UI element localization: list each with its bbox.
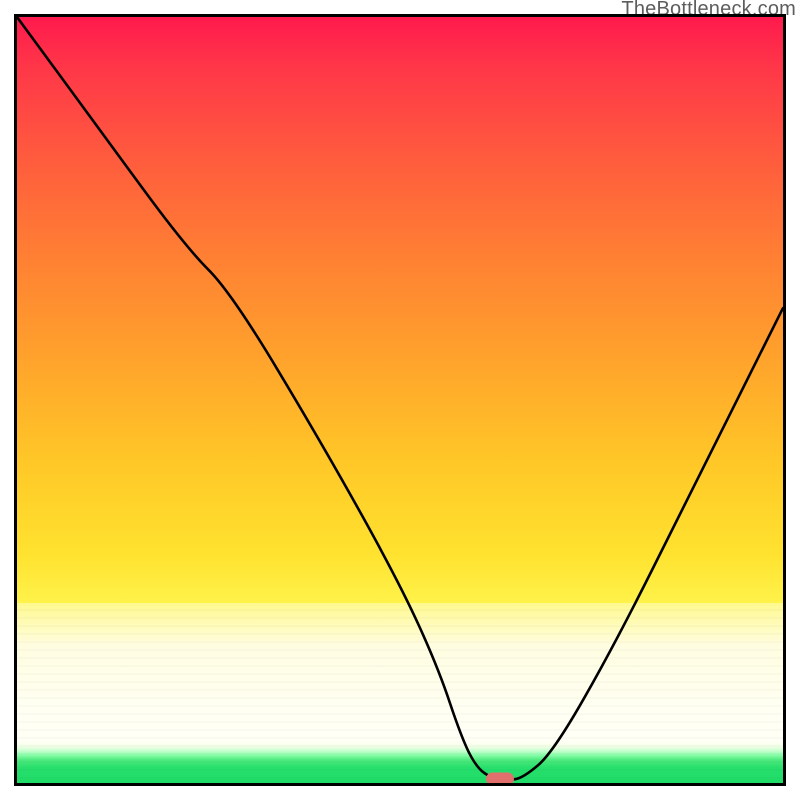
band-overlay: [17, 603, 783, 783]
plot-area: [14, 14, 786, 786]
optimal-marker: [486, 773, 514, 786]
bottleneck-curve: [17, 17, 783, 783]
bottleneck-chart: TheBottleneck.com: [0, 0, 800, 800]
